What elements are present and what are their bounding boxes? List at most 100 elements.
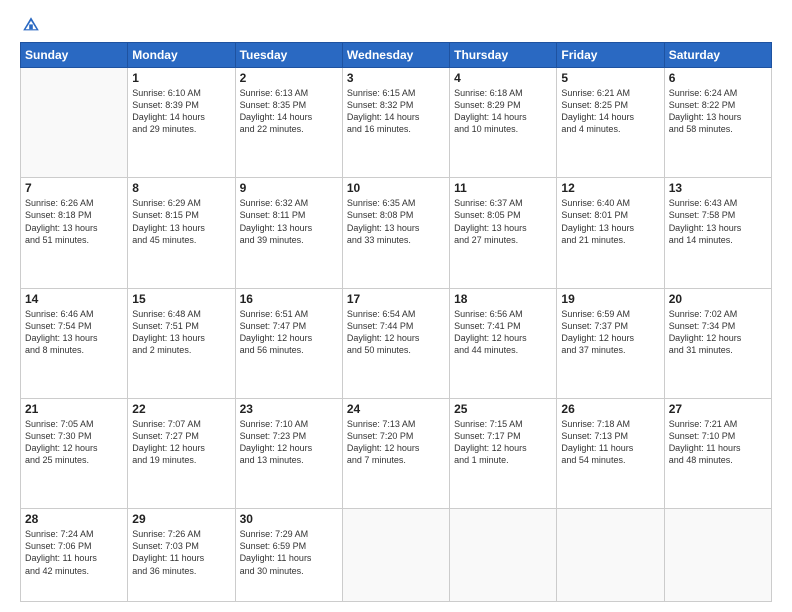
day-info: Sunrise: 6:48 AM Sunset: 7:51 PM Dayligh… <box>132 308 230 357</box>
calendar-cell <box>342 509 449 602</box>
day-info: Sunrise: 7:15 AM Sunset: 7:17 PM Dayligh… <box>454 418 552 467</box>
day-info: Sunrise: 7:02 AM Sunset: 7:34 PM Dayligh… <box>669 308 767 357</box>
week-row-5: 28 Sunrise: 7:24 AM Sunset: 7:06 PM Dayli… <box>21 509 772 602</box>
day-info: Sunrise: 6:56 AM Sunset: 7:41 PM Dayligh… <box>454 308 552 357</box>
day-number: 28 <box>25 512 123 526</box>
day-number: 11 <box>454 181 552 195</box>
day-info: Sunrise: 6:18 AM Sunset: 8:29 PM Dayligh… <box>454 87 552 136</box>
day-number: 29 <box>132 512 230 526</box>
day-info: Sunrise: 7:10 AM Sunset: 7:23 PM Dayligh… <box>240 418 338 467</box>
calendar-cell: 10 Sunrise: 6:35 AM Sunset: 8:08 PM Dayli… <box>342 178 449 288</box>
day-number: 21 <box>25 402 123 416</box>
calendar-cell: 3Sunrise: 6:15 AM Sunset: 8:32 PM Daylig… <box>342 68 449 178</box>
day-number: 13 <box>669 181 767 195</box>
week-row-3: 14 Sunrise: 6:46 AM Sunset: 7:54 PM Dayli… <box>21 288 772 398</box>
day-info: Sunrise: 6:54 AM Sunset: 7:44 PM Dayligh… <box>347 308 445 357</box>
day-number: 12 <box>561 181 659 195</box>
day-info: Sunrise: 6:13 AM Sunset: 8:35 PM Dayligh… <box>240 87 338 136</box>
calendar-cell: 15 Sunrise: 6:48 AM Sunset: 7:51 PM Dayli… <box>128 288 235 398</box>
day-info: Sunrise: 7:07 AM Sunset: 7:27 PM Dayligh… <box>132 418 230 467</box>
calendar-cell: 4 Sunrise: 6:18 AM Sunset: 8:29 PM Daylig… <box>450 68 557 178</box>
calendar-cell: 17 Sunrise: 6:54 AM Sunset: 7:44 PM Dayli… <box>342 288 449 398</box>
day-number: 15 <box>132 292 230 306</box>
calendar-cell: 12 Sunrise: 6:40 AM Sunset: 8:01 PM Dayli… <box>557 178 664 288</box>
day-number: 6 <box>669 71 767 85</box>
calendar-table: SundayMondayTuesdayWednesdayThursdayFrid… <box>20 42 772 602</box>
calendar-cell: 22 Sunrise: 7:07 AM Sunset: 7:27 PM Dayli… <box>128 398 235 508</box>
day-info: Sunrise: 6:40 AM Sunset: 8:01 PM Dayligh… <box>561 197 659 246</box>
calendar-cell: 18 Sunrise: 6:56 AM Sunset: 7:41 PM Dayli… <box>450 288 557 398</box>
calendar-cell: 6Sunrise: 6:24 AM Sunset: 8:22 PM Daylig… <box>664 68 771 178</box>
calendar-cell: 21 Sunrise: 7:05 AM Sunset: 7:30 PM Dayli… <box>21 398 128 508</box>
day-info: Sunrise: 6:29 AM Sunset: 8:15 PM Dayligh… <box>132 197 230 246</box>
day-info: Sunrise: 6:10 AM Sunset: 8:39 PM Dayligh… <box>132 87 230 136</box>
day-info: Sunrise: 7:18 AM Sunset: 7:13 PM Dayligh… <box>561 418 659 467</box>
calendar-cell: 8 Sunrise: 6:29 AM Sunset: 8:15 PM Daylig… <box>128 178 235 288</box>
weekday-header-thursday: Thursday <box>450 43 557 68</box>
week-row-1: 1 Sunrise: 6:10 AM Sunset: 8:39 PM Daylig… <box>21 68 772 178</box>
week-row-2: 7 Sunrise: 6:26 AM Sunset: 8:18 PM Daylig… <box>21 178 772 288</box>
calendar-cell: 25 Sunrise: 7:15 AM Sunset: 7:17 PM Dayli… <box>450 398 557 508</box>
day-number: 9 <box>240 181 338 195</box>
calendar-cell: 13 Sunrise: 6:43 AM Sunset: 7:58 PM Dayli… <box>664 178 771 288</box>
logo <box>20 16 42 34</box>
calendar-cell: 20 Sunrise: 7:02 AM Sunset: 7:34 PM Dayli… <box>664 288 771 398</box>
logo-icon <box>22 16 40 34</box>
calendar-cell: 2 Sunrise: 6:13 AM Sunset: 8:35 PM Daylig… <box>235 68 342 178</box>
page: SundayMondayTuesdayWednesdayThursdayFrid… <box>0 0 792 612</box>
day-number: 19 <box>561 292 659 306</box>
day-number: 16 <box>240 292 338 306</box>
day-info: Sunrise: 6:43 AM Sunset: 7:58 PM Dayligh… <box>669 197 767 246</box>
calendar-cell: 7 Sunrise: 6:26 AM Sunset: 8:18 PM Daylig… <box>21 178 128 288</box>
day-number: 30 <box>240 512 338 526</box>
day-info: Sunrise: 6:37 AM Sunset: 8:05 PM Dayligh… <box>454 197 552 246</box>
day-number: 10 <box>347 181 445 195</box>
calendar-cell: 26 Sunrise: 7:18 AM Sunset: 7:13 PM Dayli… <box>557 398 664 508</box>
calendar-cell: 23 Sunrise: 7:10 AM Sunset: 7:23 PM Dayli… <box>235 398 342 508</box>
calendar-cell: 5 Sunrise: 6:21 AM Sunset: 8:25 PM Daylig… <box>557 68 664 178</box>
day-number: 1 <box>132 71 230 85</box>
calendar-cell: 11 Sunrise: 6:37 AM Sunset: 8:05 PM Dayli… <box>450 178 557 288</box>
day-number: 8 <box>132 181 230 195</box>
calendar-cell <box>450 509 557 602</box>
day-number: 7 <box>25 181 123 195</box>
day-info: Sunrise: 6:21 AM Sunset: 8:25 PM Dayligh… <box>561 87 659 136</box>
day-info: Sunrise: 6:35 AM Sunset: 8:08 PM Dayligh… <box>347 197 445 246</box>
day-info: Sunrise: 6:51 AM Sunset: 7:47 PM Dayligh… <box>240 308 338 357</box>
day-info: Sunrise: 6:26 AM Sunset: 8:18 PM Dayligh… <box>25 197 123 246</box>
day-number: 3 <box>347 71 445 85</box>
day-info: Sunrise: 6:32 AM Sunset: 8:11 PM Dayligh… <box>240 197 338 246</box>
day-number: 22 <box>132 402 230 416</box>
day-number: 20 <box>669 292 767 306</box>
day-number: 24 <box>347 402 445 416</box>
day-number: 25 <box>454 402 552 416</box>
calendar-cell <box>557 509 664 602</box>
day-info: Sunrise: 6:46 AM Sunset: 7:54 PM Dayligh… <box>25 308 123 357</box>
day-number: 26 <box>561 402 659 416</box>
day-number: 27 <box>669 402 767 416</box>
day-number: 18 <box>454 292 552 306</box>
calendar-cell: 24Sunrise: 7:13 AM Sunset: 7:20 PM Dayli… <box>342 398 449 508</box>
calendar-cell: 1 Sunrise: 6:10 AM Sunset: 8:39 PM Daylig… <box>128 68 235 178</box>
day-info: Sunrise: 7:05 AM Sunset: 7:30 PM Dayligh… <box>25 418 123 467</box>
day-number: 14 <box>25 292 123 306</box>
calendar-cell: 14 Sunrise: 6:46 AM Sunset: 7:54 PM Dayli… <box>21 288 128 398</box>
calendar-cell: 28 Sunrise: 7:24 AM Sunset: 7:06 PM Dayli… <box>21 509 128 602</box>
calendar-cell: 29 Sunrise: 7:26 AM Sunset: 7:03 PM Dayli… <box>128 509 235 602</box>
day-number: 23 <box>240 402 338 416</box>
day-number: 17 <box>347 292 445 306</box>
day-info: Sunrise: 6:59 AM Sunset: 7:37 PM Dayligh… <box>561 308 659 357</box>
day-info: Sunrise: 7:24 AM Sunset: 7:06 PM Dayligh… <box>25 528 123 577</box>
calendar-cell <box>21 68 128 178</box>
header <box>20 16 772 34</box>
day-number: 5 <box>561 71 659 85</box>
calendar-cell: 19 Sunrise: 6:59 AM Sunset: 7:37 PM Dayli… <box>557 288 664 398</box>
calendar-cell: 30 Sunrise: 7:29 AM Sunset: 6:59 PM Dayli… <box>235 509 342 602</box>
weekday-header-tuesday: Tuesday <box>235 43 342 68</box>
day-number: 4 <box>454 71 552 85</box>
day-number: 2 <box>240 71 338 85</box>
weekday-header-saturday: Saturday <box>664 43 771 68</box>
day-info: Sunrise: 7:29 AM Sunset: 6:59 PM Dayligh… <box>240 528 338 577</box>
weekday-header-row: SundayMondayTuesdayWednesdayThursdayFrid… <box>21 43 772 68</box>
day-info: Sunrise: 7:26 AM Sunset: 7:03 PM Dayligh… <box>132 528 230 577</box>
